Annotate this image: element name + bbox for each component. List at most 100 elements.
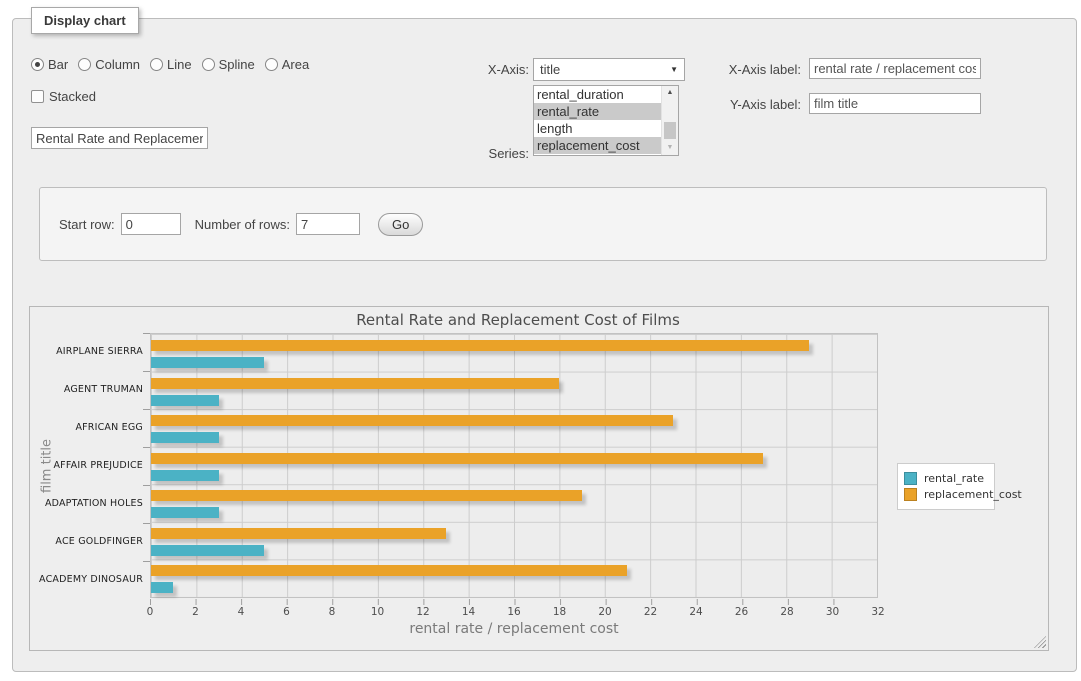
scroll-down-icon[interactable]: ▼ (662, 141, 678, 155)
x-tick-label: 20 (598, 606, 611, 618)
y-tick-label: AIRPLANE SIERRA (56, 333, 148, 371)
start-row-input[interactable] (121, 213, 181, 235)
y-axis-label-input[interactable] (809, 93, 981, 114)
radio-circle-icon (31, 58, 44, 71)
bar-replacement_cost (151, 415, 673, 426)
bar-group (151, 334, 877, 372)
x-axis-label-input[interactable] (809, 58, 981, 79)
bar-group (151, 484, 877, 522)
x-axis-tick-marks (150, 599, 879, 605)
bar-group (151, 447, 877, 485)
x-axis-selected-value: title (540, 62, 560, 77)
chart-title: Rental Rate and Replacement Cost of Film… (30, 311, 1048, 329)
x-tick-label: 4 (238, 606, 245, 618)
radio-circle-icon (78, 58, 91, 71)
chart-container: Rental Rate and Replacement Cost of Film… (29, 306, 1049, 651)
x-axis-label-label: X-Axis label: (713, 62, 801, 77)
x-tick-label: 10 (371, 606, 384, 618)
num-rows-label: Number of rows: (195, 217, 290, 232)
x-tick-label: 0 (147, 606, 154, 618)
stacked-label: Stacked (49, 89, 96, 104)
stacked-checkbox[interactable] (31, 90, 44, 103)
x-tick-label: 28 (780, 606, 793, 618)
plot-area (150, 333, 878, 598)
y-tick-label: ACE GOLDFINGER (56, 522, 148, 560)
chart-type-radio-spline[interactable]: Spline (202, 57, 255, 72)
display-chart-panel: Display chart BarColumnLineSplineArea St… (12, 18, 1077, 672)
x-axis-select[interactable]: title ▼ (533, 58, 685, 81)
y-tick-label: AFFAIR PREJUDICE (56, 447, 148, 485)
series-listbox[interactable]: rental_durationrental_ratelengthreplacem… (533, 85, 679, 156)
x-tick-label: 32 (871, 606, 884, 618)
bar-rental_rate (151, 432, 219, 443)
chart-type-radios: Bar Column Line Spline Area (31, 57, 309, 72)
bar-group (151, 409, 877, 447)
bar-replacement_cost (151, 490, 582, 501)
scroll-up-icon[interactable]: ▲ (662, 86, 678, 100)
stacked-checkbox-row[interactable]: Stacked (31, 89, 96, 104)
series-option-replacement_cost[interactable]: replacement_cost (534, 137, 661, 154)
chart-title-input[interactable] (31, 127, 208, 149)
bar-rental_rate (151, 470, 219, 481)
legend-label: rental_rate (924, 472, 984, 485)
x-tick-label: 6 (283, 606, 290, 618)
legend-label: replacement_cost (924, 488, 1022, 501)
radio-circle-icon (202, 58, 215, 71)
x-tick-label: 22 (644, 606, 657, 618)
go-button[interactable]: Go (378, 213, 423, 236)
y-tick-label: AFRICAN EGG (56, 409, 148, 447)
bar-rental_rate (151, 507, 219, 518)
bar-rental_rate (151, 357, 264, 368)
bar-group (151, 372, 877, 410)
y-tick-label: ACADEMY DINOSAUR (56, 560, 148, 598)
x-tick-label: 16 (507, 606, 520, 618)
x-tick-label: 12 (416, 606, 429, 618)
legend-swatch-icon (904, 488, 917, 501)
x-tick-label: 30 (826, 606, 839, 618)
x-axis-title: rental rate / replacement cost (150, 621, 878, 637)
x-tick-label: 26 (735, 606, 748, 618)
series-options: rental_durationrental_ratelengthreplacem… (534, 86, 661, 155)
bar-replacement_cost (151, 565, 627, 576)
bar-replacement_cost (151, 340, 809, 351)
radio-circle-icon (150, 58, 163, 71)
row-range-box: Start row: Number of rows: Go (39, 187, 1047, 261)
scrollbar-thumb[interactable] (664, 122, 676, 139)
bar-replacement_cost (151, 453, 763, 464)
bar-group (151, 522, 877, 560)
series-option-rental_duration[interactable]: rental_duration (534, 86, 661, 103)
num-rows-input[interactable] (296, 213, 360, 235)
y-axis-labels: AIRPLANE SIERRAAGENT TRUMANAFRICAN EGGAF… (56, 333, 148, 598)
bar-rental_rate (151, 582, 173, 593)
x-tick-label: 14 (462, 606, 475, 618)
x-tick-label: 2 (192, 606, 199, 618)
legend-entry-replacement_cost: replacement_cost (904, 488, 988, 501)
x-tick-label: 18 (553, 606, 566, 618)
dropdown-arrow-icon: ▼ (670, 65, 678, 74)
radio-circle-icon (265, 58, 278, 71)
bar-group (151, 559, 877, 597)
x-tick-label: 24 (689, 606, 702, 618)
series-select-label: Series: (441, 146, 529, 161)
panel-legend: Display chart (31, 7, 139, 34)
legend-swatch-icon (904, 472, 917, 485)
x-axis-select-label: X-Axis: (441, 62, 529, 77)
y-axis-label-label: Y-Axis label: (713, 97, 801, 112)
series-option-rental_rate[interactable]: rental_rate (534, 103, 661, 120)
bar-replacement_cost (151, 378, 559, 389)
bar-rental_rate (151, 545, 264, 556)
chart-legend: rental_rate replacement_cost (897, 463, 995, 510)
chart-type-radio-bar[interactable]: Bar (31, 57, 68, 72)
chart-type-radio-area[interactable]: Area (265, 57, 309, 72)
bar-rental_rate (151, 395, 219, 406)
series-option-length[interactable]: length (534, 120, 661, 137)
y-tick-label: ADAPTATION HOLES (56, 484, 148, 522)
chart-type-radio-column[interactable]: Column (78, 57, 140, 72)
chart-type-radio-line[interactable]: Line (150, 57, 192, 72)
legend-entry-rental_rate: rental_rate (904, 472, 988, 485)
x-tick-label: 8 (329, 606, 336, 618)
start-row-label: Start row: (59, 217, 115, 232)
series-scrollbar[interactable]: ▲ ▼ (661, 86, 678, 155)
resize-handle-icon[interactable] (1034, 636, 1046, 648)
y-tick-label: AGENT TRUMAN (56, 371, 148, 409)
